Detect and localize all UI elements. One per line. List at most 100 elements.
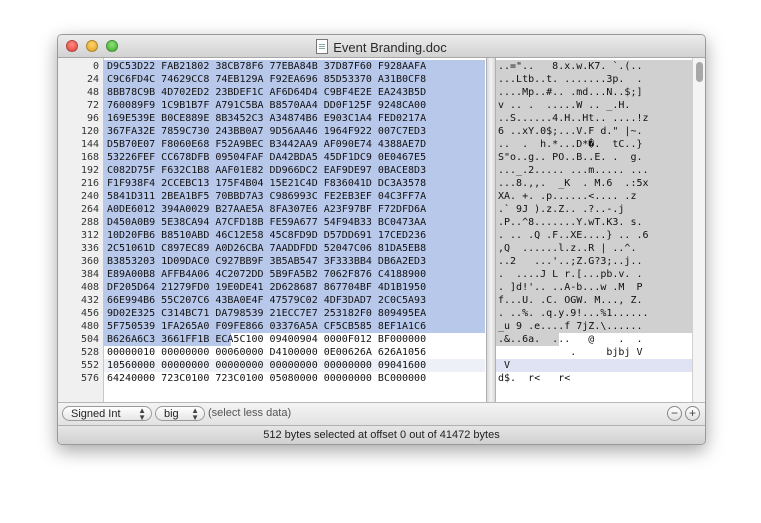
ascii-row[interactable]: .` 9J ).z.Z.. .?..-.j — [496, 203, 692, 216]
ascii-row[interactable]: d$. r< r< — [496, 372, 692, 385]
scrollbar-thumb[interactable] — [696, 62, 703, 82]
hex-row[interactable]: 2C51061D C897EC89 A0D26CBA 7AADDFDD 5204… — [104, 242, 485, 255]
hex-row-bytes: 64240000 723C0100 723C0100 05080000 0000… — [107, 373, 427, 384]
hex-row-bytes: 2C51061D C897EC89 A0D26CBA 7AADDFDD 5204… — [107, 243, 427, 254]
hex-row[interactable]: D5B70E07 F8060E68 F52A9BEC B3442AA9 AF09… — [104, 138, 485, 151]
ascii-row[interactable]: f...U. .C. OGW. M..., Z. — [496, 294, 692, 307]
hex-row-bytes: 5841D311 2BEA1BF5 70BBD7A3 C986993C FE2E… — [107, 191, 427, 202]
title-bar: Event Branding.doc — [58, 35, 705, 58]
ascii-row[interactable]: .. . h.*...D*�. tC..} — [496, 138, 692, 151]
ascii-row-text: . ..%. .q.y.9!...%1...... — [498, 308, 649, 319]
hex-row[interactable]: 169E539E B0CE889E 8B3452C3 A34874B6 E903… — [104, 112, 485, 125]
offset-label: 408 — [80, 282, 99, 293]
ascii-row[interactable]: V — [496, 359, 692, 372]
offset-label: 504 — [80, 334, 99, 345]
hex-row[interactable]: B626A6C3 3661FF1B ECA5C100 09400904 0000… — [104, 333, 485, 346]
hex-row-bytes: 8BB78C9B 4D702ED2 23BDEF1C AF6D64D4 C9BF… — [107, 87, 427, 98]
offset-label: 456 — [80, 308, 99, 319]
hex-row-bytes: 53226FEF CC678DFB 09504FAF DA42BDA5 45DF… — [107, 152, 427, 163]
offset-label: 480 — [80, 321, 99, 332]
ascii-row[interactable]: ..._.2..... ...m..... ... — [496, 164, 692, 177]
ascii-row[interactable]: ..2 ...'..;Z.G?3;..j.. — [496, 255, 692, 268]
hex-row[interactable]: C082D75F F632C1B8 AAF01E82 DD966DC2 EAF9… — [104, 164, 485, 177]
ascii-row[interactable]: . bjbj V — [496, 346, 692, 359]
offset-label: 360 — [80, 256, 99, 267]
offset-label: 576 — [80, 373, 99, 384]
hex-row[interactable]: 64240000 723C0100 723C0100 05080000 0000… — [104, 372, 485, 385]
hex-row-bytes: 66E994B6 55C207C6 43BA0E4F 47579C02 4DF3… — [107, 295, 427, 306]
ascii-row[interactable]: _u 9 .e....f 7jZ.\...... — [496, 320, 692, 333]
ascii-row[interactable]: S"o..g.. PO..B..E. . g. — [496, 151, 692, 164]
hex-row[interactable]: A0DE6012 394A0029 B27AAE5A 8FA307E6 A23F… — [104, 203, 485, 216]
hex-row[interactable]: 8BB78C9B 4D702ED2 23BDEF1C AF6D64D4 C9BF… — [104, 86, 485, 99]
hex-row[interactable]: F1F938F4 2CCEBC13 175F4B04 15E21C4D F836… — [104, 177, 485, 190]
offset-label: 120 — [80, 126, 99, 137]
add-inspector-button[interactable]: + — [685, 406, 700, 421]
hex-row[interactable]: 5841D311 2BEA1BF5 70BBD7A3 C986993C FE2E… — [104, 190, 485, 203]
ascii-row-text: ,Q ......l.z..R | ..^. — [498, 243, 637, 254]
hex-row[interactable]: DF205D64 21279FD0 19E0DE41 2D628687 8677… — [104, 281, 485, 294]
ascii-row[interactable]: ..=".. 8.x.w.K7. `.(.. — [496, 60, 692, 73]
ascii-view[interactable]: ..=".. 8.x.w.K7. `.(.. ...Ltb..t. .......… — [496, 58, 692, 402]
hex-row-bytes: D450A0B9 5E38CA94 A7CFD18B FE59A677 54F9… — [107, 217, 427, 228]
ascii-row-text: XA. +. .p......<.... .z — [498, 191, 637, 202]
hex-row[interactable]: B3853203 1D09DAC0 C927BB9F 3B5AB547 3F33… — [104, 255, 485, 268]
inspector-hint: (select less data) — [208, 407, 292, 419]
hex-row-bytes: 10560000 00000000 00000000 00000000 0000… — [107, 360, 427, 371]
ascii-row[interactable]: .P..^8.......Y.wT.K3. s. — [496, 216, 692, 229]
ascii-row[interactable]: ..S......4.H..Ht.. ....!z — [496, 112, 692, 125]
hex-view[interactable]: D9C53D22 FAB21802 38CB78F6 77EBA84B 37D8… — [104, 58, 485, 402]
ascii-row[interactable]: . .. .Q .F..XE....} .. .6 — [496, 229, 692, 242]
ascii-row[interactable]: XA. +. .p......<.... .z — [496, 190, 692, 203]
ascii-row[interactable]: . ]d!'.. ..A-b...w .M P — [496, 281, 692, 294]
ascii-row[interactable]: . ....J L r.[...pb.v. . — [496, 268, 692, 281]
ascii-row[interactable]: v .. . .....W .. _.H. — [496, 99, 692, 112]
ascii-row-text: .&..6a. ... @ . . — [498, 334, 643, 345]
ascii-row[interactable]: .&..6a. ... @ . . — [496, 333, 692, 346]
hex-row[interactable]: 00000010 00000000 00060000 D4100000 0E00… — [104, 346, 485, 359]
hex-row[interactable]: 66E994B6 55C207C6 43BA0E4F 47579C02 4DF3… — [104, 294, 485, 307]
hex-row-bytes: 169E539E B0CE889E 8B3452C3 A34874B6 E903… — [107, 113, 427, 124]
ascii-row-text: .P..^8.......Y.wT.K3. s. — [498, 217, 643, 228]
offset-label: 192 — [80, 165, 99, 176]
offset-gutter: 0 24 48 72 96 120 144 168 192 216 240 264 288 312 336 3… — [58, 58, 104, 402]
ascii-row[interactable]: 6 ..xY.0$;...V.F d." |~. — [496, 125, 692, 138]
endianness-popup[interactable]: big ▲ ▼ — [155, 406, 205, 422]
ascii-row[interactable]: . ..%. .q.y.9!...%1...... — [496, 307, 692, 320]
ascii-row-text: _u 9 .e....f 7jZ.\...... — [498, 321, 643, 332]
ascii-row[interactable]: ....Mp..#.. .md...N..$;] — [496, 86, 692, 99]
remove-inspector-button[interactable]: − — [667, 406, 682, 421]
editor-content: 0 24 48 72 96 120 144 168 192 216 240 264 288 312 336 3… — [58, 58, 705, 402]
number-type-value: Signed Int — [71, 408, 121, 420]
vertical-scrollbar[interactable] — [692, 58, 705, 402]
ascii-row-text: ..=".. 8.x.w.K7. `.(.. — [498, 61, 643, 72]
ascii-row-text: .` 9J ).z.Z.. .?..-.j — [498, 204, 625, 215]
hex-row-bytes: 00000010 00000000 00060000 D4100000 0E00… — [107, 347, 427, 358]
hex-row[interactable]: 5F750539 1FA265A0 F09FE866 03376A5A CF5C… — [104, 320, 485, 333]
split-divider[interactable] — [486, 58, 496, 402]
offset-label: 384 — [80, 269, 99, 280]
hex-row[interactable]: 760089F9 1C9B1B7F A791C5BA B8570AA4 DD0F… — [104, 99, 485, 112]
hex-row[interactable]: C9C6FD4C 74629CC8 74EB129A F92EA696 85D5… — [104, 73, 485, 86]
hex-row-bytes: B3853203 1D09DAC0 C927BB9F 3B5AB547 3F33… — [107, 256, 427, 267]
hex-row[interactable]: 10D20FB6 B8510ABD 46C12E58 45C8FD9D D57D… — [104, 229, 485, 242]
hex-row-bytes: 10D20FB6 B8510ABD 46C12E58 45C8FD9D D57D… — [107, 230, 427, 241]
number-type-popup[interactable]: Signed Int ▲ ▼ — [62, 406, 152, 422]
ascii-row[interactable]: ...8.,,. _K . M.6 .:5x — [496, 177, 692, 190]
ascii-row-text: . ]d!'.. ..A-b...w .M P — [498, 282, 643, 293]
hex-row-bytes: 760089F9 1C9B1B7F A791C5BA B8570AA4 DD0F… — [107, 100, 427, 111]
hex-row[interactable]: 10560000 00000000 00000000 00000000 0000… — [104, 359, 485, 372]
ascii-row[interactable]: ,Q ......l.z..R | ..^. — [496, 242, 692, 255]
popup-arrows-icon: ▲ ▼ — [191, 406, 199, 422]
hex-row[interactable]: D9C53D22 FAB21802 38CB78F6 77EBA84B 37D8… — [104, 60, 485, 73]
hex-row[interactable]: 9D02E325 C314BC71 DA798539 21ECC7E7 2531… — [104, 307, 485, 320]
hex-row[interactable]: 367FA32E 7859C730 243BB0A7 9D56AA46 1964… — [104, 125, 485, 138]
ascii-row-text: ..._.2..... ...m..... ... — [498, 165, 649, 176]
popup-arrows-icon: ▲ ▼ — [138, 406, 146, 422]
hex-row-bytes: F1F938F4 2CCEBC13 175F4B04 15E21C4D F836… — [107, 178, 427, 189]
hex-row[interactable]: D450A0B9 5E38CA94 A7CFD18B FE59A677 54F9… — [104, 216, 485, 229]
ascii-row[interactable]: ...Ltb..t. .......3p. . — [496, 73, 692, 86]
offset-label: 72 — [86, 100, 99, 111]
hex-row[interactable]: E89A00B8 AFFB4A06 4C2072DD 5B9FA5B2 7062… — [104, 268, 485, 281]
hex-row[interactable]: 53226FEF CC678DFB 09504FAF DA42BDA5 45DF… — [104, 151, 485, 164]
